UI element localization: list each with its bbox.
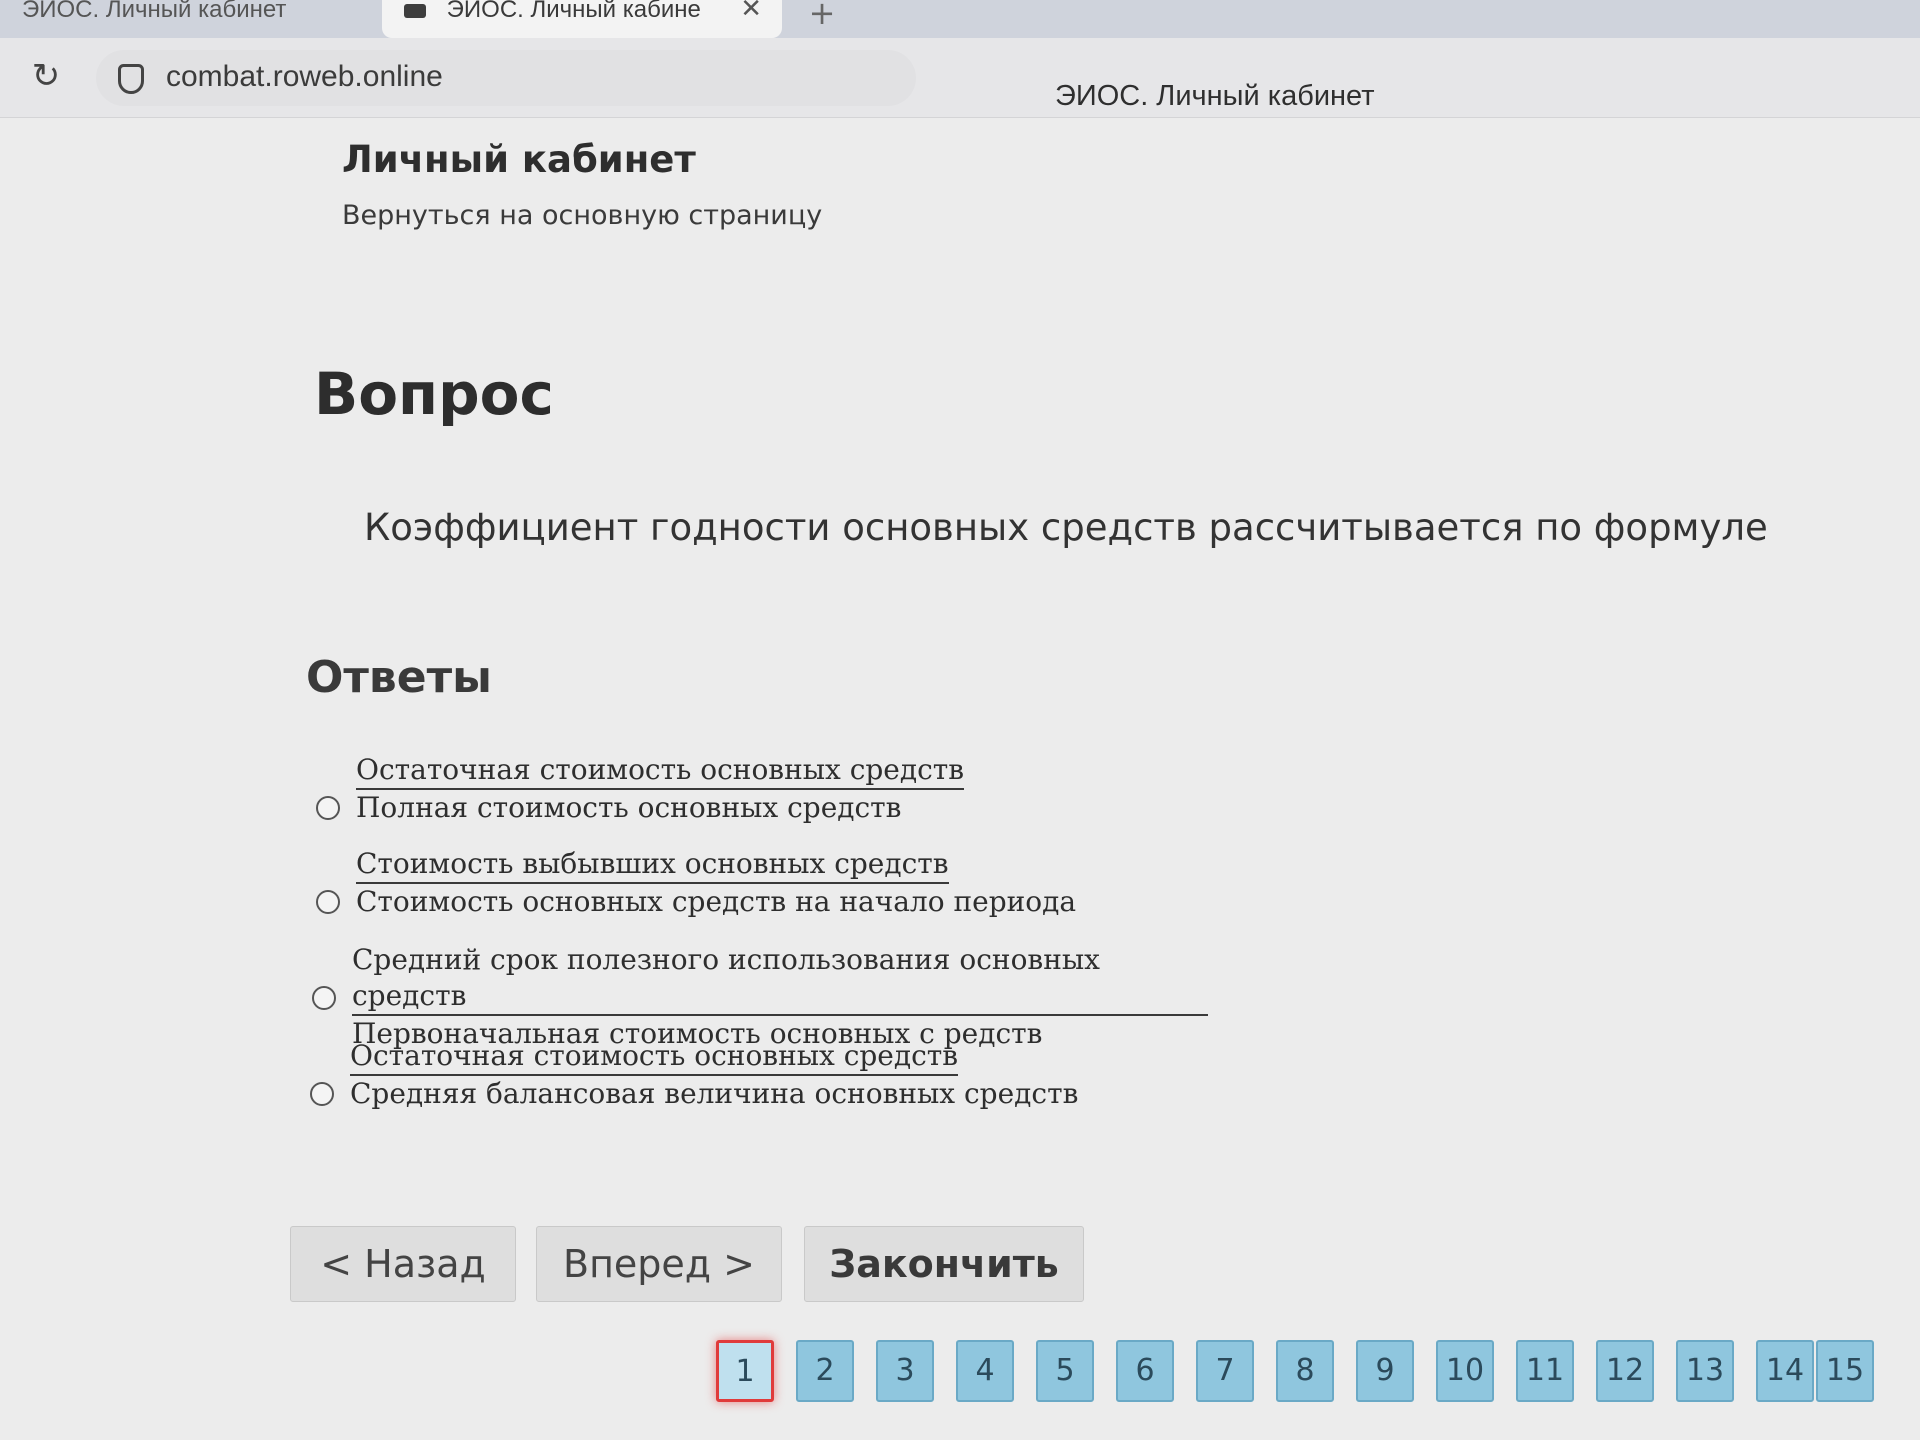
answers-heading: Ответы [306, 652, 492, 703]
formula-numerator: Остаточная стоимость основных средств [350, 1038, 959, 1076]
formula-denominator: Стоимость основных средств на начало пер… [356, 885, 1077, 918]
formula-denominator: Полная стоимость основных средств [356, 791, 902, 824]
answer-option-1[interactable]: Остаточная стоимость основных средств По… [312, 752, 1212, 844]
reload-icon[interactable]: ↻ [28, 58, 64, 94]
address-field[interactable]: combat.roweb.online [96, 50, 916, 106]
page-button-1[interactable]: 1 [716, 1340, 774, 1402]
answer-option-4[interactable]: Остаточная стоимость основных средств Ср… [306, 1038, 1206, 1130]
page-button-9[interactable]: 9 [1356, 1340, 1414, 1402]
formula-numerator: Остаточная стоимость основных средств [356, 752, 965, 790]
page-title: Личный кабинет [342, 138, 696, 181]
answer-radio[interactable] [316, 890, 340, 914]
close-tab-icon[interactable]: ✕ [740, 0, 762, 21]
page-button-10[interactable]: 10 [1436, 1340, 1494, 1402]
page-button-2[interactable]: 2 [796, 1340, 854, 1402]
url-text[interactable]: combat.roweb.online [166, 60, 443, 94]
page-button-4[interactable]: 4 [956, 1340, 1014, 1402]
answer-option-3[interactable]: Средний срок полезного использования осн… [308, 942, 1208, 1050]
browser-tab-active[interactable]: ЭИОС. Личный кабине ✕ [382, 0, 782, 38]
page-button-6[interactable]: 6 [1116, 1340, 1174, 1402]
tab-label: ЭИОС. Личный кабине [446, 0, 701, 23]
finish-button[interactable]: Закончить [804, 1226, 1084, 1302]
question-heading: Вопрос [314, 360, 554, 428]
answer-formula: Остаточная стоимость основных средств По… [356, 752, 965, 826]
page-button-3[interactable]: 3 [876, 1340, 934, 1402]
window-title: ЭИОС. Личный кабинет [1055, 80, 1375, 112]
page-button-8[interactable]: 8 [1276, 1340, 1334, 1402]
answer-radio[interactable] [312, 986, 336, 1010]
formula-numerator: Стоимость выбывших основных средств [356, 846, 949, 884]
shield-icon[interactable] [118, 64, 144, 94]
page-button-13[interactable]: 13 [1676, 1340, 1734, 1402]
back-button[interactable]: < Назад [290, 1226, 516, 1302]
formula-numerator: Средний срок полезного использования осн… [352, 942, 1208, 1016]
page-button-12[interactable]: 12 [1596, 1340, 1654, 1402]
page-button-11[interactable]: 11 [1516, 1340, 1574, 1402]
page-button-14[interactable]: 14 [1756, 1340, 1814, 1402]
formula-denominator: Средняя балансовая величина основных сре… [350, 1077, 1079, 1110]
tab-label: ЭИОС. Личный кабинет [22, 0, 287, 23]
question-pagination: 1 2 3 4 5 6 7 8 9 10 11 12 13 14 15 [716, 1340, 1876, 1408]
new-tab-plus-icon[interactable]: + [800, 0, 844, 34]
browser-tab-inactive[interactable]: ЭИОС. Личный кабинет [0, 0, 360, 38]
page-button-5[interactable]: 5 [1036, 1340, 1094, 1402]
answer-formula: Средний срок полезного использования осн… [352, 942, 1208, 1052]
answer-option-2[interactable]: Стоимость выбывших основных средств Стои… [312, 846, 1212, 938]
tab-favicon-icon [404, 3, 426, 18]
browser-url-bar: ↻ combat.roweb.online ЭИОС. Личный кабин… [0, 38, 1920, 118]
answer-formula: Стоимость выбывших основных средств Стои… [356, 846, 1076, 920]
forward-button[interactable]: Вперед > [536, 1226, 782, 1302]
page-button-15[interactable]: 15 [1816, 1340, 1874, 1402]
page-button-7[interactable]: 7 [1196, 1340, 1254, 1402]
answer-formula: Остаточная стоимость основных средств Ср… [350, 1038, 1078, 1112]
browser-tab-bar: ЭИОС. Личный кабинет ЭИОС. Личный кабине… [0, 0, 1920, 38]
back-to-main-link[interactable]: Вернуться на основную страницу [342, 200, 822, 231]
question-text: Коэффициент годности основных средств ра… [364, 506, 1768, 549]
answer-radio[interactable] [310, 1082, 334, 1106]
answer-radio[interactable] [316, 796, 340, 820]
